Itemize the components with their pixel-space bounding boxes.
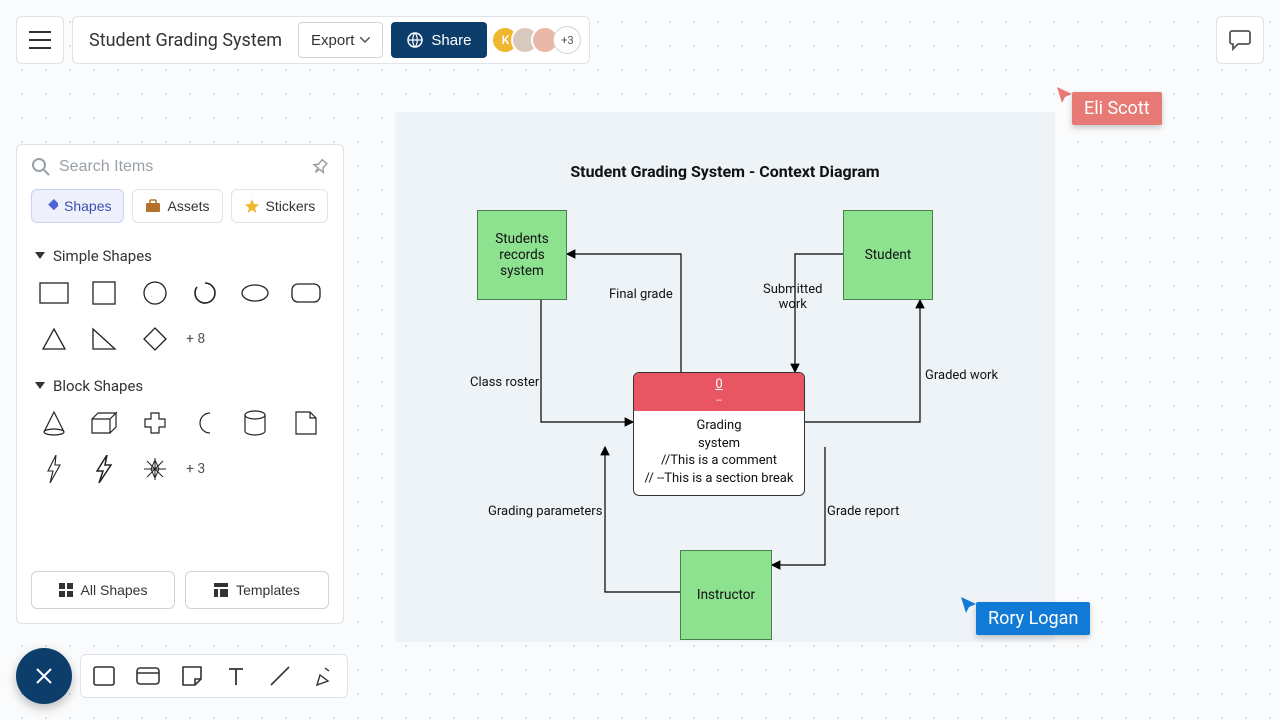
bottom-toolbar [16,648,348,704]
share-button[interactable]: Share [391,22,487,58]
shape-crescent[interactable] [186,407,224,439]
node-center-body: Grading system //This is a comment // --… [634,411,804,495]
cursor-rory: Rory Logan [960,596,1090,635]
shape-burst[interactable] [136,453,174,485]
caret-down-icon [35,252,45,260]
panel-tabs: Shapes Assets Stickers [17,189,343,233]
edge-label-grade-report: Grade report [827,504,899,519]
pin-icon[interactable] [311,158,329,176]
export-button[interactable]: Export [298,22,383,58]
node-grading-system[interactable]: 0 -- Grading system //This is a comment … [633,372,805,496]
edge-label-class-roster: Class roster [470,375,539,390]
simple-more-count[interactable]: + 8 [186,323,224,355]
node-center-line: system [640,435,798,453]
diagram-canvas[interactable]: Student Grading System - Context Diagram… [395,112,1055,642]
shape-cross[interactable] [136,407,174,439]
shape-arc[interactable] [186,277,224,309]
collaborator-avatars: K +3 [499,26,581,54]
section-head-simple[interactable]: Simple Shapes [35,247,325,265]
edge-label-grading-params: Grading parameters [488,504,602,519]
shape-right-triangle[interactable] [85,323,123,355]
grid-icon [59,583,73,597]
close-icon [34,666,54,686]
tab-assets-label: Assets [167,198,209,214]
edge-label-graded-work: Graded work [925,368,998,383]
cursor-eli: Eli Scott [1056,86,1162,125]
share-label: Share [431,32,471,49]
document-title[interactable]: Student Grading System [89,30,298,51]
tool-rectangle[interactable] [89,661,119,691]
cursor-label-rory: Rory Logan [976,602,1090,635]
cursor-label-eli: Eli Scott [1072,92,1162,125]
node-records[interactable]: Students records system [477,210,567,300]
comments-button[interactable] [1216,16,1264,64]
tab-stickers-label: Stickers [266,198,316,214]
tool-sticky[interactable] [177,661,207,691]
edge-label-submitted-work: Submitted work [763,282,822,312]
tab-shapes[interactable]: Shapes [31,189,124,223]
section-block-label: Block Shapes [53,377,143,395]
block-more-count[interactable]: + 3 [186,453,224,485]
shape-cone[interactable] [35,407,73,439]
search-row [17,145,343,189]
shapes-panel: Shapes Assets Stickers Simple Shapes + 8 [16,144,344,624]
export-label: Export [311,32,354,49]
node-student[interactable]: Student [843,210,933,300]
templates-icon [214,583,228,597]
tool-line[interactable] [265,661,295,691]
main-menu-button[interactable] [16,16,64,64]
section-simple-label: Simple Shapes [53,247,152,265]
globe-icon [407,32,423,48]
node-center-line: // --This is a section break [640,470,798,488]
templates-label: Templates [236,582,300,598]
tab-stickers[interactable]: Stickers [231,189,329,223]
search-icon [31,157,51,177]
shape-rectangle[interactable] [35,277,73,309]
shape-rounded-rect[interactable] [287,277,325,309]
node-center-sub: -- [716,395,722,406]
avatar-more[interactable]: +3 [553,26,581,54]
node-instructor[interactable]: Instructor [680,550,772,640]
briefcase-icon [145,199,161,213]
panel-footer: All Shapes Templates [17,557,343,623]
shape-square[interactable] [85,277,123,309]
all-shapes-label: All Shapes [81,582,148,598]
diamond-icon [44,199,58,213]
tool-text[interactable] [221,661,251,691]
shape-lightning[interactable] [35,453,73,485]
tool-card[interactable] [133,661,163,691]
node-center-line: //This is a comment [640,452,798,470]
tab-assets[interactable]: Assets [132,189,222,223]
node-center-line: Grading [640,417,798,435]
node-center-head: 0 -- [634,373,804,411]
caret-down-icon [35,382,45,390]
section-head-block[interactable]: Block Shapes [35,377,325,395]
shape-ellipse[interactable] [236,277,274,309]
star-icon [244,198,260,214]
shape-triangle[interactable] [35,323,73,355]
hamburger-icon [29,31,51,49]
top-bar: Student Grading System Export Share K +3 [16,16,1264,64]
title-group: Student Grading System Export Share K +3 [72,16,590,64]
close-fab[interactable] [16,648,72,704]
node-center-num: 0 [715,377,722,392]
shape-note[interactable] [287,407,325,439]
shape-cube[interactable] [85,407,123,439]
search-input[interactable] [59,158,303,176]
edge-label-final-grade: Final grade [609,287,673,302]
section-simple-shapes: Simple Shapes + 8 [17,233,343,363]
templates-button[interactable]: Templates [185,571,329,609]
all-shapes-button[interactable]: All Shapes [31,571,175,609]
shape-cylinder[interactable] [236,407,274,439]
shape-diamond[interactable] [136,323,174,355]
tool-pen[interactable] [309,661,339,691]
tool-strip [80,654,348,698]
chevron-down-icon [360,37,370,43]
shape-lightning-bold[interactable] [85,453,123,485]
shape-circle[interactable] [136,277,174,309]
tab-shapes-label: Shapes [64,198,111,214]
section-block-shapes: Block Shapes + 3 [17,363,343,493]
comment-icon [1228,29,1252,51]
